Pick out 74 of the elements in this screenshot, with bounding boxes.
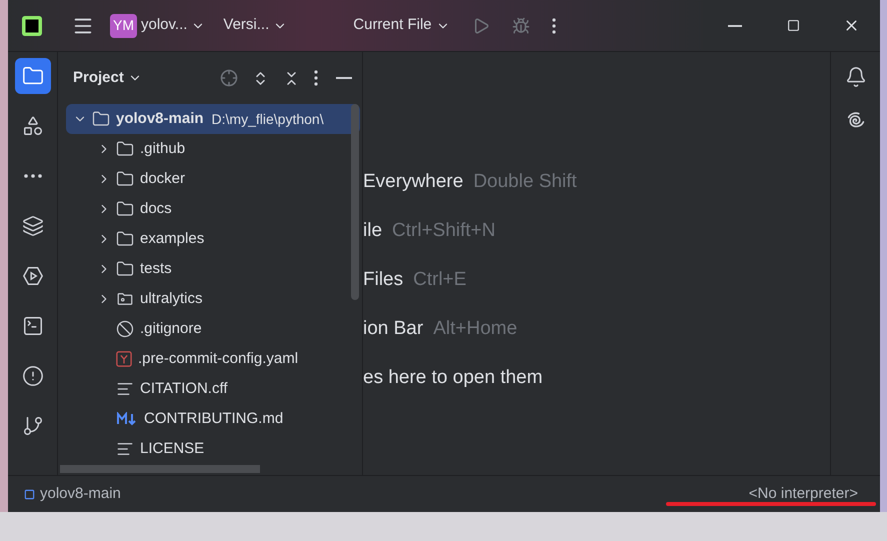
panel-title[interactable]: Project: [73, 66, 142, 90]
run-config-selector[interactable]: Current File: [353, 14, 450, 37]
folder-icon: [116, 230, 134, 248]
hint-action: es here to open them: [363, 366, 543, 390]
project-name: yolov...: [141, 15, 188, 36]
app-logo-icon: [22, 16, 42, 36]
text-file-icon: [116, 440, 134, 458]
folder-icon: [22, 65, 44, 87]
project-selector[interactable]: YM yolov...: [110, 14, 206, 38]
hint-shortcut: Ctrl+E: [413, 268, 466, 292]
file-name: .pre-commit-config.yaml: [138, 348, 298, 369]
more-icon: [24, 174, 42, 178]
package-folder-icon: [116, 290, 134, 308]
tree-row[interactable]: .pre-commit-config.yaml: [66, 344, 360, 374]
tree-row[interactable]: .github: [66, 134, 360, 164]
project-path: D:\my_flie\python\: [212, 110, 324, 129]
layers-icon: [22, 215, 44, 237]
file-name: CITATION.cff: [140, 378, 228, 399]
hint-action: Everywhere: [363, 170, 464, 194]
terminal-icon: [22, 315, 44, 337]
hint-action: ion Bar: [363, 316, 424, 341]
hint-shortcut: Double Shift: [473, 170, 577, 194]
folder-icon: [116, 260, 134, 278]
vcs-selector[interactable]: Versi...: [223, 14, 288, 37]
tree-row[interactable]: tests: [66, 254, 360, 284]
folder-icon: [116, 200, 134, 218]
status-project[interactable]: yolov8-main: [40, 482, 121, 506]
hint-shortcut: Ctrl+Shift+N: [392, 218, 496, 243]
file-name: LICENSE: [140, 438, 204, 459]
tree-row[interactable]: LICENSE: [66, 434, 360, 464]
markdown-file-icon: [116, 412, 138, 426]
tree-row[interactable]: CONTRIBUTING.md: [66, 404, 360, 434]
file-name: CONTRIBUTING.md: [144, 408, 284, 429]
debug-icon: [512, 16, 530, 34]
more-icon: [552, 18, 556, 34]
folder-icon: [116, 140, 134, 158]
folder-icon: [92, 110, 110, 128]
branch-icon: [22, 415, 44, 437]
tree-row[interactable]: yolov8-main D:\my_flie\python\: [66, 104, 360, 134]
tree-row[interactable]: docs: [66, 194, 360, 224]
structure-icon: [22, 115, 44, 137]
tree-row[interactable]: CITATION.cff: [66, 374, 360, 404]
project-initials: YM: [110, 14, 137, 38]
tree-row[interactable]: docker: [66, 164, 360, 194]
maximize-icon: [786, 19, 800, 32]
file-name: ultralytics: [140, 288, 203, 309]
module-icon: [24, 488, 35, 500]
debug-button[interactable]: [512, 16, 530, 34]
file-name: .gitignore: [140, 318, 202, 339]
folder-icon: [116, 170, 134, 188]
play-hexagon-icon: [22, 265, 44, 287]
more-button[interactable]: [552, 18, 556, 34]
ignore-file-icon: [116, 320, 134, 338]
tree-row[interactable]: .gitignore: [66, 314, 360, 344]
hint-shortcut: Alt+Home: [433, 316, 518, 341]
tree-row[interactable]: examples: [66, 224, 360, 254]
file-name: tests: [140, 258, 172, 279]
hint-action: ile: [363, 218, 382, 243]
file-name: docs: [140, 198, 172, 219]
more-icon[interactable]: [314, 70, 318, 86]
notifications-icon[interactable]: [844, 66, 866, 88]
alert-icon: [22, 365, 44, 387]
tree-row[interactable]: ultralytics: [66, 284, 360, 314]
file-name: .github: [140, 138, 186, 159]
hint-action: Files: [363, 268, 404, 292]
minimize-icon: [728, 24, 742, 26]
interpreter-status[interactable]: <No interpreter>: [748, 482, 858, 506]
file-name: docker: [140, 168, 186, 189]
yaml-file-icon: [116, 351, 132, 367]
text-file-icon: [116, 380, 134, 398]
file-name: examples: [140, 228, 204, 249]
tool-window-button[interactable]: [14, 58, 50, 94]
locate-icon[interactable]: [220, 69, 238, 87]
file-name: yolov8-main: [116, 108, 204, 129]
